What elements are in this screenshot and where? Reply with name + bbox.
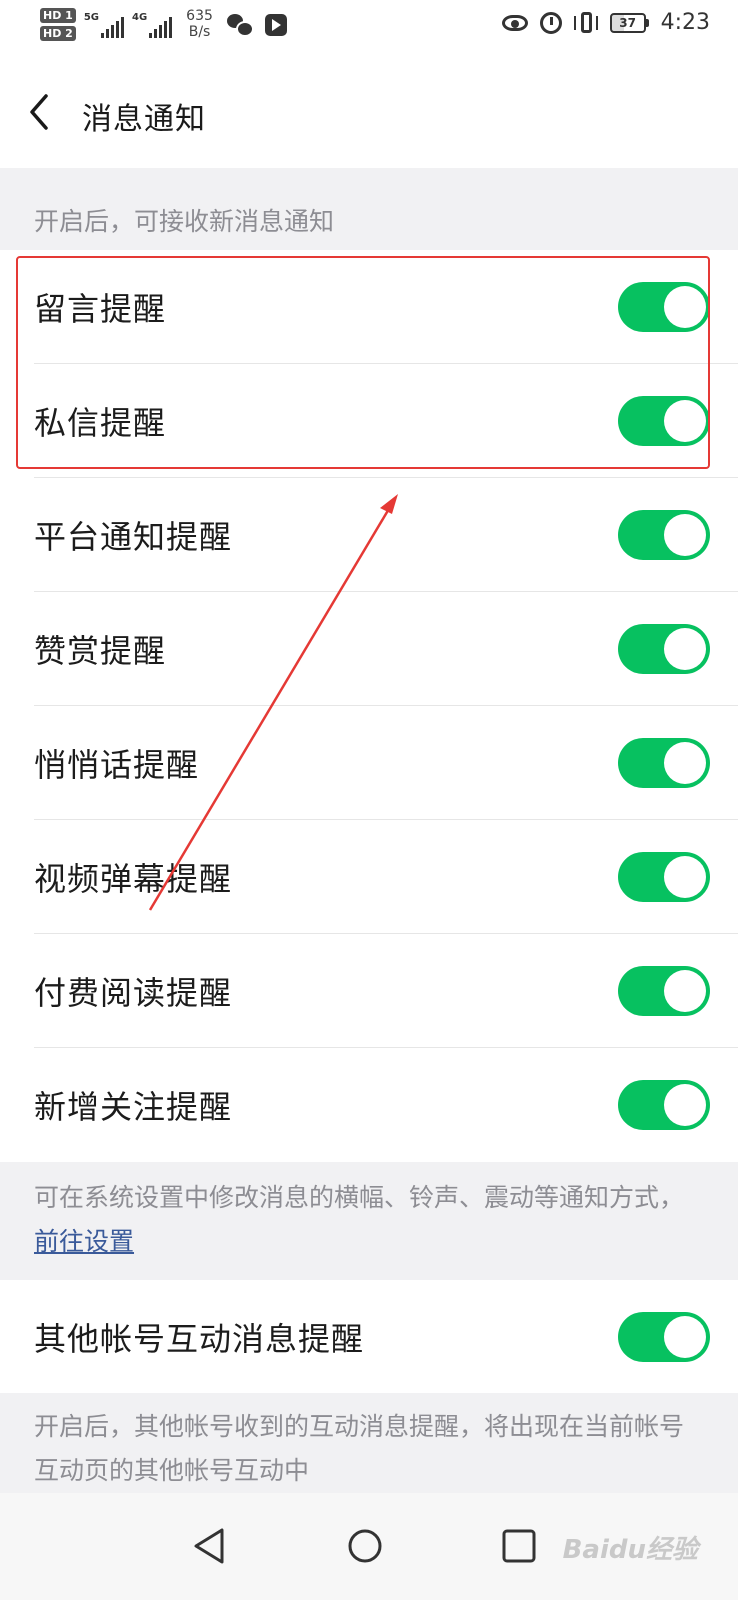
setting-label: 平台通知提醒 bbox=[34, 518, 233, 556]
reward-toggle[interactable] bbox=[618, 624, 710, 674]
setting-row-new-follower: 新增关注提醒 bbox=[0, 1048, 738, 1162]
net2-label: 4G bbox=[132, 12, 148, 23]
page-title: 消息通知 bbox=[82, 102, 206, 137]
battery-level: 37 bbox=[609, 12, 646, 33]
net1-label: 5G bbox=[83, 12, 99, 23]
eye-icon bbox=[501, 14, 528, 31]
intro-caption: 开启后，可接收新消息通知 bbox=[0, 168, 738, 250]
system-caption-text: 可在系统设置中修改消息的横幅、铃声、震动等通知方式， bbox=[34, 1183, 685, 1212]
paid-reading-toggle[interactable] bbox=[618, 966, 710, 1016]
signal-5g-icon: 5G bbox=[84, 8, 124, 38]
clock: 4:23 bbox=[660, 10, 710, 35]
setting-label: 新增关注提醒 bbox=[34, 1088, 233, 1126]
new-follower-toggle[interactable] bbox=[618, 1080, 710, 1130]
setting-row-other-accounts: 其他帐号互动消息提醒 bbox=[0, 1280, 738, 1394]
go-to-settings-link[interactable]: 前往设置 bbox=[34, 1227, 134, 1256]
app-notification-icon bbox=[264, 14, 287, 36]
header: 消息通知 bbox=[0, 56, 738, 168]
setting-label: 悄悄话提醒 bbox=[34, 746, 200, 784]
wechat-icon bbox=[226, 14, 254, 37]
setting-label: 留言提醒 bbox=[34, 290, 167, 328]
setting-row-private-message: 私信提醒 bbox=[0, 364, 738, 478]
setting-label: 赞赏提醒 bbox=[34, 632, 167, 670]
setting-row-reward: 赞赏提醒 bbox=[0, 592, 738, 706]
vibrate-icon bbox=[573, 11, 598, 35]
whisper-toggle[interactable] bbox=[618, 738, 710, 788]
setting-label: 私信提醒 bbox=[34, 404, 167, 442]
square-recent-icon bbox=[502, 1529, 536, 1563]
setting-row-platform-notice: 平台通知提醒 bbox=[0, 478, 738, 592]
nav-home-button[interactable] bbox=[340, 1521, 390, 1571]
network-speed: 635 B/s bbox=[186, 8, 213, 40]
chevron-left-icon bbox=[30, 94, 48, 130]
setting-label: 付费阅读提醒 bbox=[34, 974, 233, 1012]
other-accounts-toggle[interactable] bbox=[618, 1312, 710, 1362]
setting-label: 其他帐号互动消息提醒 bbox=[34, 1320, 365, 1358]
system-settings-caption: 可在系统设置中修改消息的横幅、铃声、震动等通知方式， 前往设置 bbox=[0, 1162, 738, 1280]
status-bar: HD 1 HD 2 5G 4G 635 B/s 37 4:23 bbox=[0, 0, 738, 56]
setting-row-danmaku: 视频弹幕提醒 bbox=[0, 820, 738, 934]
back-button[interactable] bbox=[22, 86, 62, 138]
setting-row-whisper: 悄悄话提醒 bbox=[0, 706, 738, 820]
nav-back-button[interactable] bbox=[186, 1521, 236, 1571]
alarm-icon bbox=[539, 11, 562, 34]
private-message-toggle[interactable] bbox=[618, 396, 710, 446]
triangle-back-icon bbox=[194, 1528, 224, 1564]
watermark: Baidu经验 bbox=[562, 1535, 698, 1565]
speed-unit: B/s bbox=[188, 24, 211, 40]
other-accounts-caption: 开启后，其他帐号收到的互动消息提醒，将出现在当前帐号互动页的其他帐号互动中 bbox=[0, 1393, 738, 1493]
setting-label: 视频弹幕提醒 bbox=[34, 860, 233, 898]
platform-notice-toggle[interactable] bbox=[618, 510, 710, 560]
comment-toggle[interactable] bbox=[618, 282, 710, 332]
speed-value: 635 bbox=[186, 8, 213, 24]
hd1-badge: HD 1 bbox=[40, 8, 76, 23]
system-nav-bar: Baidu经验 bbox=[0, 1493, 738, 1600]
circle-home-icon bbox=[348, 1529, 382, 1563]
setting-row-paid-reading: 付费阅读提醒 bbox=[0, 934, 738, 1048]
hd2-badge: HD 2 bbox=[40, 26, 76, 41]
battery-icon: 37 bbox=[609, 12, 649, 33]
setting-row-comment: 留言提醒 bbox=[0, 250, 738, 364]
danmaku-toggle[interactable] bbox=[618, 852, 710, 902]
signal-4g-icon: 4G bbox=[132, 8, 173, 38]
nav-recent-button[interactable] bbox=[494, 1521, 544, 1571]
